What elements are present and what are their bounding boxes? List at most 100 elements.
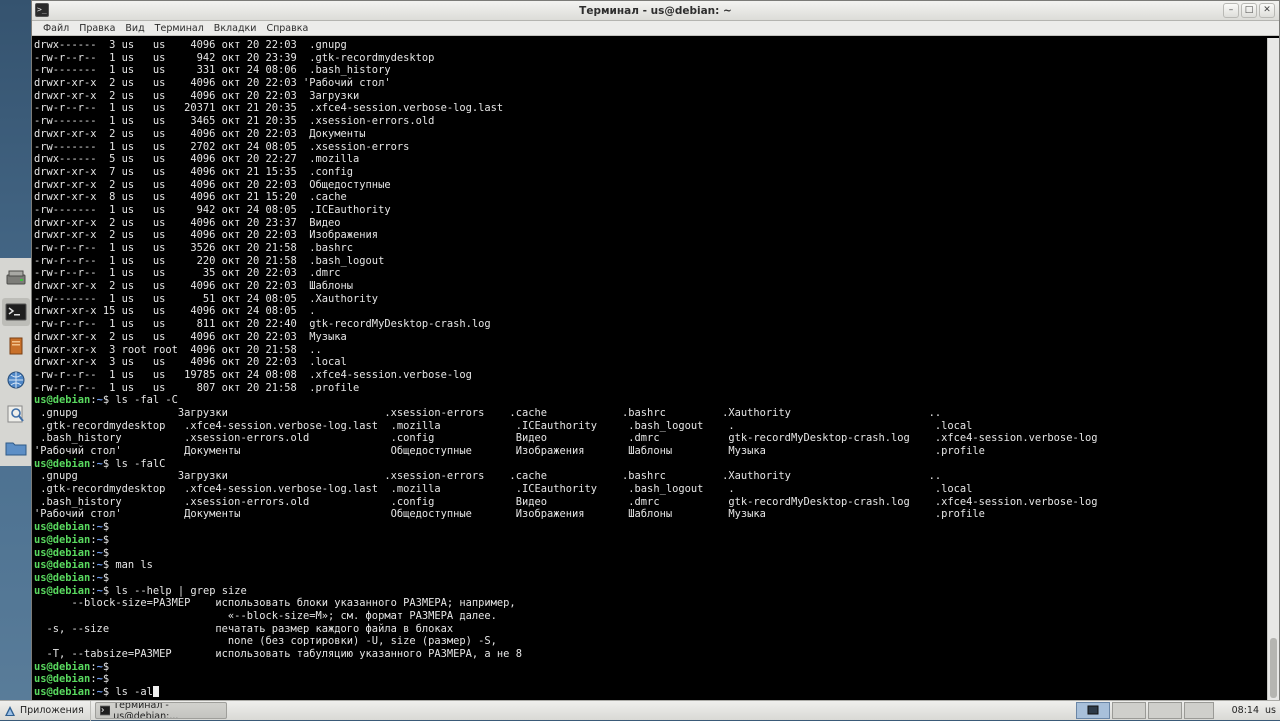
menu-file[interactable]: Файл [38, 21, 74, 36]
workspace-icon [1148, 702, 1182, 719]
output-line: -rw------- 1 us us 51 окт 24 08:05 .Xaut… [34, 292, 379, 305]
output-line: --block-size=РАЗМЕР использовать блоки у… [34, 597, 516, 610]
terminal-scrollbar[interactable] [1267, 38, 1279, 700]
prompt-line: us@debian:~$ [34, 572, 1269, 585]
prompt-line: us@debian:~$ ls -al [34, 686, 1269, 699]
dock-browser-icon[interactable] [2, 366, 30, 394]
output-line: drwxr-xr-x 2 us us 4096 окт 20 22:03 Общ… [34, 178, 391, 191]
tray-workspace-4[interactable] [1184, 702, 1214, 719]
window-title: Терминал - us@debian: ~ [579, 4, 732, 17]
output-line: -rw-r--r-- 1 us us 20371 окт 21 20:35 .x… [34, 102, 504, 115]
prompt-user: us@debian [34, 457, 91, 470]
output-line: drwxr-xr-x 3 root root 4096 окт 20 21:58… [34, 343, 322, 356]
terminal-task-icon [99, 705, 111, 716]
dock-folder-icon[interactable] [2, 434, 30, 462]
dock-file-manager-icon[interactable] [2, 332, 30, 360]
output-line: drwxr-xr-x 2 us us 4096 окт 20 22:03 Муз… [34, 330, 347, 343]
terminal-icon: >_ [35, 3, 49, 17]
applications-label: Приложения [20, 705, 84, 716]
prompt-symbol: $ [102, 673, 110, 686]
output-line: .gtk-recordmydesktop .xfce4-session.verb… [34, 419, 973, 432]
command-text: ls -al [109, 686, 153, 699]
output-line: 'Рабочий стол' Документы Общедоступные И… [34, 508, 985, 521]
prompt-line: us@debian:~$ man ls [34, 559, 1269, 572]
output-line: -rw-r--r-- 1 us us 811 окт 20 22:40 gtk-… [34, 318, 491, 331]
output-line: -rw-r--r-- 1 us us 220 окт 20 21:58 .bas… [34, 254, 385, 267]
dock-search-icon[interactable] [2, 400, 30, 428]
output-line: -rw------- 1 us us 942 окт 24 08:05 .ICE… [34, 203, 391, 216]
prompt-user: us@debian [34, 673, 91, 686]
window-titlebar[interactable]: >_ Терминал - us@debian: ~ – □ ✕ [32, 1, 1279, 21]
command-text: ls --help | grep size [109, 584, 247, 597]
output-line: -T, --tabsize=РАЗМЕР использовать табуля… [34, 648, 522, 660]
close-button[interactable]: ✕ [1259, 3, 1275, 18]
prompt-line: us@debian:~$ ls -falC [34, 458, 1269, 471]
prompt-user: us@debian [34, 571, 91, 584]
output-line: -rw------- 1 us us 331 окт 24 08:06 .bas… [34, 64, 391, 77]
terminal-lines: drwx------ 3 us us 4096 окт 20 22:03 .gn… [34, 39, 1269, 699]
dock-terminal-icon[interactable] [2, 298, 30, 326]
prompt-user: us@debian [34, 533, 91, 546]
prompt-user: us@debian [34, 559, 91, 572]
prompt-line: us@debian:~$ ls --help | grep size [34, 585, 1269, 598]
applications-icon [5, 705, 15, 716]
output-line: drwxr-xr-x 2 us us 4096 окт 20 23:37 Вид… [34, 216, 341, 229]
prompt-user: us@debian [34, 584, 91, 597]
command-text: ls -falC [109, 457, 166, 470]
output-line: .gnupg Загрузки .xsession-errors .cache … [34, 406, 942, 419]
output-line: .bash_history .xsession-errors.old .conf… [34, 432, 1098, 445]
output-line: drwxr-xr-x 2 us us 4096 окт 20 22:03 Заг… [34, 89, 360, 102]
output-line: -rw-r--r-- 1 us us 3526 окт 20 21:58 .ba… [34, 242, 354, 254]
output-line: -rw-r--r-- 1 us us 807 окт 20 21:58 .pro… [34, 381, 360, 394]
prompt-user: us@debian [34, 686, 91, 699]
workspace-icon [1112, 702, 1146, 719]
prompt-symbol: $ [102, 660, 110, 673]
output-line: drwxr-xr-x 8 us us 4096 окт 21 15:20 .ca… [34, 191, 347, 204]
output-line: drwxr-xr-x 7 us us 4096 окт 21 15:35 .co… [34, 165, 354, 178]
menu-tabs[interactable]: Вкладки [209, 21, 262, 36]
output-line: -rw------- 1 us us 3465 окт 21 20:35 .xs… [34, 115, 435, 128]
menu-bar: Файл Правка Вид Терминал Вкладки Справка [32, 21, 1279, 36]
menu-terminal[interactable]: Терминал [150, 21, 209, 36]
taskbar-item-label: Терминал - us@debian:... [113, 702, 179, 719]
output-line: .gtk-recordmydesktop .xfce4-session.verb… [34, 483, 973, 496]
prompt-line: us@debian:~$ [34, 534, 1269, 547]
output-line: .bash_history .xsession-errors.old .conf… [34, 495, 1098, 508]
taskbar-item-terminal[interactable]: Терминал - us@debian:... [94, 702, 227, 719]
menu-view[interactable]: Вид [120, 21, 149, 36]
output-line: none (без сортировки) -U, size (размер) … [34, 635, 497, 648]
output-line: «--block-size=M»; см. формат РАЗМЕРА дал… [34, 609, 497, 622]
workspace-icon [1184, 702, 1214, 719]
prompt-symbol: $ [102, 546, 110, 559]
tray-workspace-2[interactable] [1112, 702, 1146, 719]
prompt-symbol: $ [102, 571, 110, 584]
minimize-button[interactable]: – [1223, 3, 1239, 18]
output-line: -rw-r--r-- 1 us us 942 окт 20 23:39 .gtk… [34, 51, 435, 64]
workspace-icon [1076, 702, 1110, 719]
output-line: drwxr-xr-x 2 us us 4096 окт 20 22:03 Шаб… [34, 280, 354, 293]
output-line: drwx------ 5 us us 4096 окт 20 22:27 .mo… [34, 153, 360, 166]
maximize-button[interactable]: □ [1241, 3, 1257, 18]
prompt-user: us@debian [34, 660, 91, 673]
dock-drive-icon[interactable] [2, 264, 30, 292]
prompt-user: us@debian [34, 546, 91, 559]
command-text: man ls [109, 559, 153, 572]
clock[interactable]: 08:14 [1232, 705, 1259, 716]
menu-help[interactable]: Справка [261, 21, 313, 36]
applications-menu-button[interactable]: Приложения [0, 700, 91, 721]
terminal-output[interactable]: drwx------ 3 us us 4096 окт 20 22:03 .gn… [32, 38, 1269, 700]
output-line: -rw------- 1 us us 2702 окт 24 08:05 .xs… [34, 140, 410, 153]
prompt-line: us@debian:~$ [34, 673, 1269, 686]
output-line: -rw-r--r-- 1 us us 19785 окт 24 08:08 .x… [34, 368, 472, 381]
user-indicator[interactable]: us [1265, 705, 1276, 716]
window-controls: – □ ✕ [1223, 3, 1275, 18]
output-line: drwxr-xr-x 15 us us 4096 окт 24 08:05 . [34, 305, 316, 318]
tray-workspace[interactable] [1076, 702, 1110, 719]
output-line: 'Рабочий стол' Документы Общедоступные И… [34, 445, 985, 457]
tray-workspace-3[interactable] [1148, 702, 1182, 719]
scrollbar-thumb[interactable] [1270, 638, 1277, 698]
terminal-window: >_ Терминал - us@debian: ~ – □ ✕ Файл Пр… [31, 0, 1280, 700]
prompt-line: us@debian:~$ [34, 547, 1269, 560]
menu-edit[interactable]: Правка [74, 21, 120, 36]
prompt-line: us@debian:~$ [34, 521, 1269, 534]
